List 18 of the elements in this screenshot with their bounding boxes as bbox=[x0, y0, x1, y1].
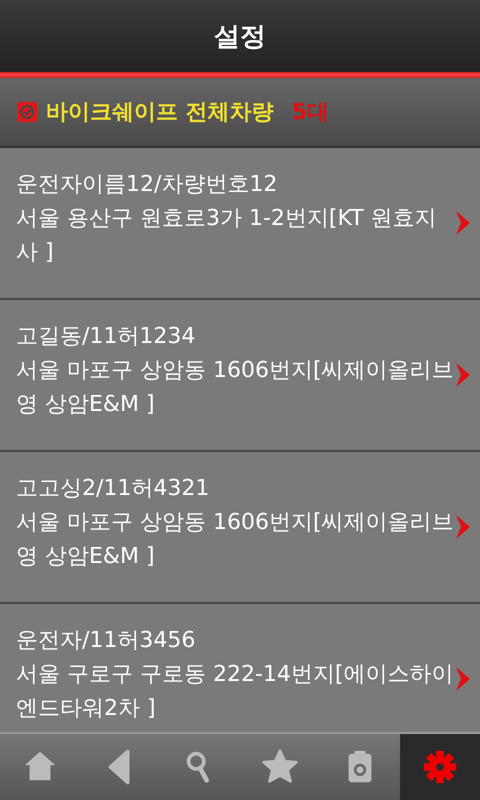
chevron-icon bbox=[454, 513, 472, 541]
screen-title: 설정 bbox=[214, 20, 266, 54]
vehicle-name: 운전자이름12/차량번호12 bbox=[16, 171, 278, 199]
chevron-icon bbox=[454, 209, 472, 237]
vehicle-address: 서울 구로구 구로동 222-14번지[에이스하이엔드타워2차 ] bbox=[16, 661, 454, 723]
vehicle-name: 운전자/11허3456 bbox=[16, 627, 196, 655]
checkbox[interactable] bbox=[16, 101, 38, 123]
settings-icon bbox=[421, 748, 459, 786]
chevron-icon bbox=[454, 361, 472, 389]
tab-button[interactable] bbox=[400, 734, 480, 800]
vehicle-name: 고고싱2/11허4321 bbox=[16, 475, 210, 503]
vehicle-address: 서울 용산구 원효로3가 1-2번지[KT 원효지사 ] bbox=[16, 205, 438, 267]
chevron-icon bbox=[454, 665, 472, 693]
vehicle-address: 서울 마포구 상암동 1606번지[씨제이올리브영 상암E&M ] bbox=[16, 357, 454, 419]
vehicle-address: 서울 마포구 상암동 1606번지[씨제이올리브영 상암E&M ] bbox=[16, 509, 454, 571]
vehicle-name: 고길동/11허1234 bbox=[16, 323, 196, 351]
group-label: 바이크쉐이프 전체차량 bbox=[46, 99, 274, 127]
vehicle-count: 5대 bbox=[292, 99, 329, 127]
